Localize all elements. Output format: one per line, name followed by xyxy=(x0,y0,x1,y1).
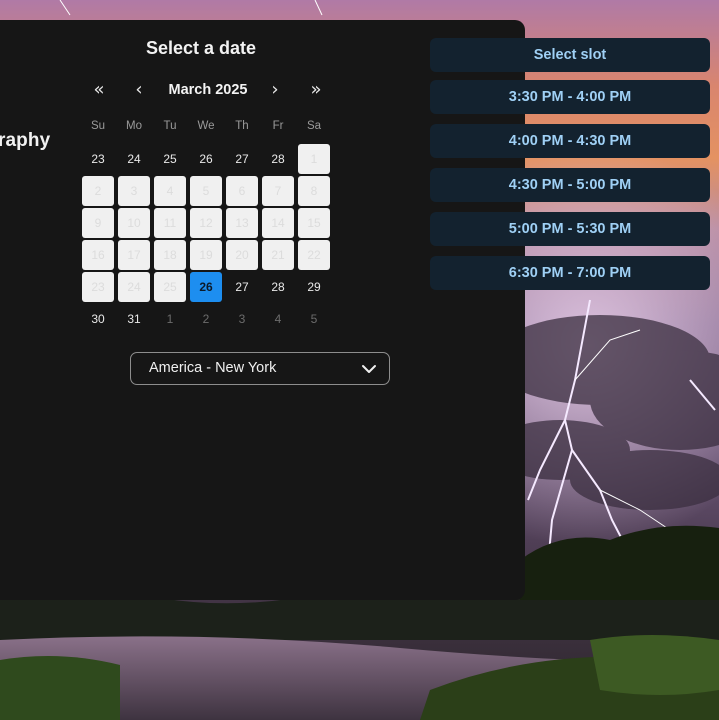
calendar-day: 22 xyxy=(298,240,330,270)
timezone-select[interactable]: America - New York xyxy=(130,352,390,385)
weekday-label: Tu xyxy=(163,120,177,132)
previous-month-button[interactable]: ‹ xyxy=(123,78,155,102)
calendar-day: 12 xyxy=(190,208,222,238)
time-slot-button[interactable]: 5:00 PM - 5:30 PM xyxy=(430,212,710,246)
next-month-button[interactable]: › xyxy=(259,78,291,102)
calendar-day: 3 xyxy=(118,176,150,206)
weekday-label: Sa xyxy=(306,120,322,132)
time-slot-button[interactable]: 4:30 PM - 5:00 PM xyxy=(430,168,710,202)
calendar-day[interactable]: 29 xyxy=(298,272,330,302)
calendar-day: 8 xyxy=(298,176,330,206)
weekday-label: We xyxy=(197,120,215,132)
next-year-button[interactable]: » xyxy=(300,78,332,102)
time-slot-button[interactable]: 3:30 PM - 4:00 PM xyxy=(430,80,710,114)
calendar-day: 16 xyxy=(82,240,114,270)
calendar-day: 24 xyxy=(118,272,150,302)
calendar-day: 23 xyxy=(82,272,114,302)
calendar-day[interactable]: 30 xyxy=(82,304,114,334)
weekday-header-row: Su Mo Tu We Th Fr Sa xyxy=(82,120,334,136)
date-heading: Select a date xyxy=(146,38,257,58)
calendar-day[interactable]: 28 xyxy=(262,144,294,174)
calendar-day-grid: 23 24 25 26 27 28 1 2 3 4 5 6 7 8 9 10 11 12 13 14 15 16 17 18 1… xyxy=(82,144,334,336)
weekday-label: Su xyxy=(90,120,106,132)
chevron-down-icon xyxy=(362,365,376,373)
calendar-day: 1 xyxy=(298,144,330,174)
previous-year-button[interactable]: « xyxy=(83,78,115,102)
time-slot-button[interactable]: 4:00 PM - 4:30 PM xyxy=(430,124,710,158)
calendar-day-selected[interactable]: 26 xyxy=(190,272,222,302)
calendar-day: 18 xyxy=(154,240,186,270)
calendar-day: 3 xyxy=(238,312,246,326)
calendar-day: 19 xyxy=(190,240,222,270)
calendar-day[interactable]: 27 xyxy=(226,144,258,174)
calendar-day: 25 xyxy=(154,272,186,302)
calendar-day: 2 xyxy=(82,176,114,206)
calendar-day: 4 xyxy=(154,176,186,206)
calendar-day[interactable]: 25 xyxy=(154,144,186,174)
calendar-day: 15 xyxy=(298,208,330,238)
calendar-day: 2 xyxy=(202,312,210,326)
slot-heading: Select slot xyxy=(430,38,710,72)
calendar-day: 13 xyxy=(226,208,258,238)
calendar-day: 4 xyxy=(274,312,282,326)
calendar-navigation: « ‹ March 2025 › » xyxy=(82,78,334,102)
calendar-day: 1 xyxy=(166,312,174,326)
calendar-day[interactable]: 28 xyxy=(262,272,294,302)
calendar-day: 5 xyxy=(190,176,222,206)
calendar-day: 14 xyxy=(262,208,294,238)
event-title: raphy xyxy=(0,130,51,151)
calendar-day: 5 xyxy=(310,312,318,326)
calendar-day: 17 xyxy=(118,240,150,270)
calendar-day: 10 xyxy=(118,208,150,238)
calendar-day: 11 xyxy=(154,208,186,238)
calendar-day: 9 xyxy=(82,208,114,238)
calendar-day[interactable]: 24 xyxy=(118,144,150,174)
calendar-day[interactable]: 27 xyxy=(226,272,258,302)
timezone-value: America - New York xyxy=(149,360,277,376)
weekday-label: Mo xyxy=(126,120,142,132)
time-slot-button[interactable]: 6:30 PM - 7:00 PM xyxy=(430,256,710,290)
month-label: March 2025 xyxy=(168,82,248,98)
calendar-day[interactable]: 31 xyxy=(118,304,150,334)
weekday-label: Th xyxy=(235,120,249,132)
weekday-label: Fr xyxy=(272,120,284,132)
calendar-day[interactable]: 23 xyxy=(82,144,114,174)
calendar-day[interactable]: 26 xyxy=(190,144,222,174)
calendar-day: 7 xyxy=(262,176,294,206)
calendar-day: 20 xyxy=(226,240,258,270)
calendar-day: 6 xyxy=(226,176,258,206)
calendar-day: 21 xyxy=(262,240,294,270)
